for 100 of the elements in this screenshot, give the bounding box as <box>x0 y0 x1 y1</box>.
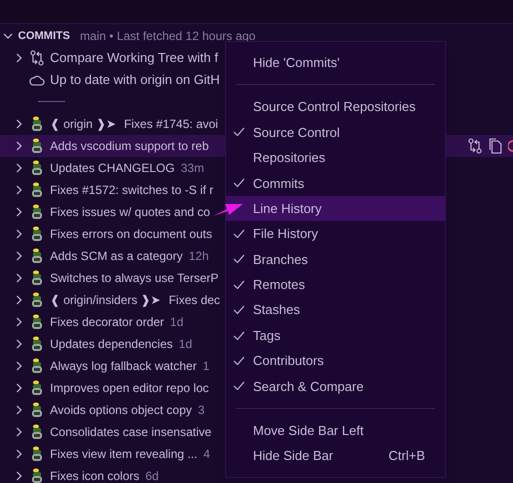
chevron-right-icon[interactable] <box>14 449 24 459</box>
menu-item[interactable]: Tags <box>226 322 445 348</box>
chevron-right-icon[interactable] <box>14 339 24 349</box>
commit-row[interactable]: ❰ origin ❱➤ Fixes #1745: avoi <box>0 113 225 135</box>
chevron-down-icon[interactable] <box>3 31 13 41</box>
avatar-icon <box>31 402 43 418</box>
chevron-right-icon[interactable] <box>14 427 24 437</box>
commit-time: 1 <box>202 358 210 375</box>
commit-row[interactable]: Always log fallback watcher 1 <box>0 355 225 377</box>
commit-row[interactable]: Adds vscodium support to reb <box>0 135 225 157</box>
chevron-right-icon[interactable] <box>14 251 24 261</box>
avatar-icon <box>31 336 43 352</box>
tree-item-label[interactable]: Up to date with origin on GitH <box>50 70 220 90</box>
commit-row[interactable]: Switches to always use TerserP <box>0 267 225 289</box>
section-title[interactable]: COMMITS <box>18 28 70 44</box>
chevron-right-icon[interactable] <box>14 141 24 151</box>
commit-row[interactable]: Adds SCM as a category 12h <box>0 245 225 267</box>
compare-icon[interactable] <box>30 50 44 66</box>
avatar-icon <box>31 446 43 462</box>
commit-row[interactable]: Updates CHANGELOG 33m <box>0 157 225 179</box>
commit-row[interactable]: Fixes view item revealing ... 4 <box>0 443 225 465</box>
avatar-icon <box>31 358 43 374</box>
checkmark-icon <box>233 280 245 290</box>
avatar-icon <box>31 160 43 176</box>
commit-message: Fixes #1745: avoi <box>124 116 218 133</box>
checkmark-icon <box>233 178 245 188</box>
chevron-right-icon[interactable] <box>14 317 24 327</box>
chevron-right-icon[interactable] <box>14 383 24 393</box>
menu-item[interactable]: Repositories <box>226 145 445 171</box>
menu-item[interactable]: Stashes <box>226 298 445 323</box>
commit-time: 6d <box>145 468 159 483</box>
checkmark-icon <box>233 305 245 316</box>
commit-message: Always log fallback watcher <box>50 358 197 375</box>
menu-item[interactable]: Hide Side Bar Ctrl+B <box>226 443 445 469</box>
avatar-icon <box>31 204 43 220</box>
commit-message: Consolidates case insensative <box>50 424 212 441</box>
commit-message: Fixes issues w/ quotes and co <box>50 204 210 221</box>
menu-item[interactable]: Commits <box>226 170 445 196</box>
commit-time: 4 <box>203 446 210 463</box>
avatar-icon <box>31 138 43 154</box>
avatar-icon <box>31 270 43 286</box>
commit-message: Fixes view item revealing ... <box>50 446 198 463</box>
commit-row[interactable]: ❰ origin/insiders ❱➤ Fixes dec <box>0 289 225 311</box>
checkmark-icon <box>233 254 245 264</box>
menu-item[interactable]: File History <box>226 221 445 247</box>
commit-row[interactable]: Fixes decorator order 1d <box>0 311 225 333</box>
menu-item[interactable]: Remotes <box>226 272 445 298</box>
commit-time: 1d <box>170 314 184 331</box>
chevron-right-icon[interactable] <box>14 185 24 195</box>
commit-row[interactable]: Fixes icon colors 6d <box>0 465 225 483</box>
commit-message: Fixes errors on document outs <box>50 226 212 243</box>
checkmark-icon <box>233 229 245 240</box>
tree-item-label[interactable]: Compare Working Tree with f <box>50 48 218 68</box>
chevron-right-icon[interactable] <box>14 273 24 283</box>
commit-message: Fixes decorator order <box>50 314 164 331</box>
chevron-right-icon[interactable] <box>14 53 24 63</box>
menu-item[interactable]: Source Control <box>226 120 445 146</box>
cloud-icon <box>29 74 45 86</box>
commit-message: Avoids options object copy <box>50 402 192 419</box>
menu-item[interactable]: Hide 'Commits' <box>226 50 445 76</box>
chevron-right-icon[interactable] <box>14 405 24 415</box>
commit-message: Switches to always use TerserP <box>50 270 219 287</box>
menu-item[interactable]: Move Side Bar Left <box>226 418 445 444</box>
avatar-icon <box>31 292 43 308</box>
branch-label: ❰ origin ❱➤ <box>50 116 116 133</box>
menu-item[interactable]: Search & Compare <box>226 374 445 400</box>
chevron-right-icon[interactable] <box>14 295 24 305</box>
chevron-right-icon[interactable] <box>14 361 24 371</box>
checkmark-icon <box>233 356 245 366</box>
commit-time: 3 <box>198 402 205 419</box>
chevron-right-icon[interactable] <box>14 229 24 239</box>
avatar-icon <box>31 248 43 264</box>
commit-message: Updates CHANGELOG <box>50 160 175 177</box>
menu-item[interactable]: Branches <box>226 246 445 272</box>
shortcut-label: Ctrl+B <box>388 447 425 466</box>
menu-item[interactable]: Line History <box>226 196 445 222</box>
chevron-right-icon[interactable] <box>14 471 24 481</box>
chevron-right-icon[interactable] <box>14 163 24 173</box>
commit-message: Updates dependencies <box>50 336 173 353</box>
commit-time: 12h <box>188 248 209 265</box>
copy-icon[interactable] <box>488 138 502 154</box>
commit-row[interactable]: Consolidates case insensative <box>0 421 225 443</box>
avatar-icon <box>31 314 43 330</box>
chevron-right-icon[interactable] <box>14 119 24 129</box>
commit-row[interactable]: Improves open editor repo loc <box>0 377 225 399</box>
commit-row[interactable]: Avoids options object copy 3 <box>0 399 225 421</box>
chevron-right-icon[interactable] <box>14 207 24 217</box>
commit-message: Adds vscodium support to reb <box>50 138 209 155</box>
menu-item[interactable]: Source Control Repositories <box>226 94 445 120</box>
checkmark-icon <box>233 381 245 392</box>
compare-icon[interactable] <box>468 138 482 154</box>
menu-item[interactable]: Contributors <box>226 348 445 374</box>
commit-row[interactable]: Fixes errors on document outs <box>0 223 225 245</box>
commit-message: Adds SCM as a category <box>50 248 183 265</box>
commit-row[interactable]: Updates dependencies 1d <box>0 333 225 355</box>
commit-row[interactable]: Fixes issues w/ quotes and co <box>0 201 225 223</box>
avatar-icon <box>31 182 43 198</box>
commit-message: Improves open editor repo loc <box>50 380 209 397</box>
commit-row[interactable]: Fixes #1572: switches to -S if r <box>0 179 225 201</box>
commit-time: 33m <box>180 160 204 177</box>
